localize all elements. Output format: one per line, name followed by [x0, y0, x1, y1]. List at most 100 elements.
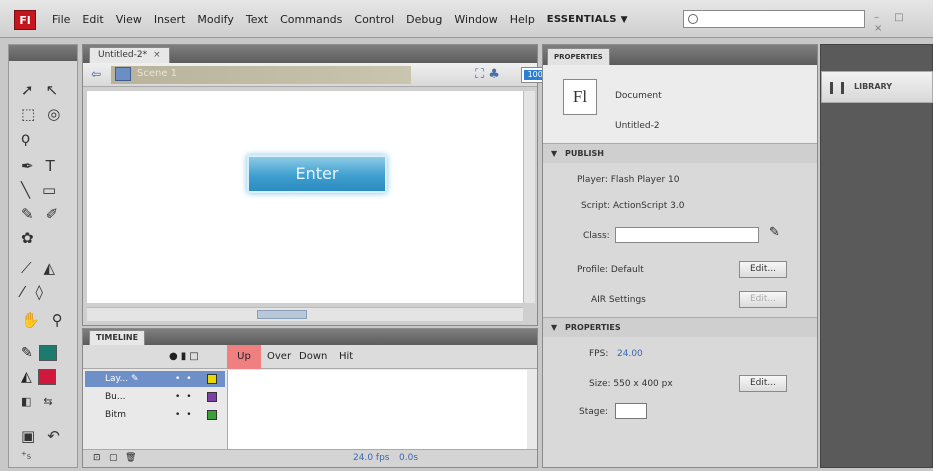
profile-label: Profile: Default [577, 265, 644, 275]
document-tab[interactable]: Untitled-2* × [89, 47, 170, 63]
close-icon[interactable]: × [153, 50, 161, 60]
enter-button-symbol[interactable]: Enter [247, 155, 387, 193]
stage-color-swatch[interactable] [615, 403, 647, 419]
properties-panel: PROPERTIES Fl Document Untitled-2 ▼ PUBLI… [542, 44, 818, 468]
window-controls[interactable]: – □ × [874, 12, 933, 34]
menu-commands[interactable]: Commands [280, 13, 342, 26]
stroke-color-swatch[interactable] [38, 345, 57, 361]
outline-icon[interactable]: □ [189, 351, 201, 362]
menu-file[interactable]: File [52, 13, 70, 26]
class-label: Class: [583, 231, 610, 241]
3d-rotation-tool-icon[interactable]: ◎ [47, 105, 60, 123]
eye-icon[interactable]: ● [169, 351, 181, 362]
selection-tool-icon[interactable]: ➚ [21, 81, 34, 99]
timeline-panel: TIMELINE ●▮□ Up Over Down Hit Lay... ✎ •… [82, 328, 538, 468]
layer-visibility-dots[interactable]: •• [175, 371, 198, 387]
profile-edit-button[interactable]: Edit... [739, 261, 787, 278]
stage-label: Stage: [579, 407, 609, 417]
properties-header-label: PROPERTIES [565, 323, 621, 332]
snap-to-objects-icon[interactable]: ▣ [21, 427, 35, 445]
brush-tool-icon[interactable]: ✐ [46, 205, 59, 223]
menu-view[interactable]: View [116, 13, 142, 26]
layer-visibility-dots[interactable]: •• [175, 389, 198, 405]
timeline-layer-3[interactable]: Bitm •• [85, 407, 225, 423]
size-edit-button[interactable]: Edit... [739, 375, 787, 392]
lasso-tool-icon[interactable]: ϙ [21, 129, 30, 147]
menu-help[interactable]: Help [510, 13, 535, 26]
eyedropper-tool-icon[interactable]: ⁄ [21, 283, 24, 301]
workspace-switcher[interactable]: ESSENTIALS ▼ [547, 14, 628, 25]
pen-tool-icon[interactable]: ✒ [21, 157, 34, 175]
edit-scene-icon[interactable]: ⛶ [475, 67, 484, 82]
frame-label-down[interactable]: Down [299, 351, 327, 362]
frame-label-over[interactable]: Over [267, 351, 291, 362]
timeline-tab[interactable]: TIMELINE [89, 330, 146, 345]
timeline-layer-1[interactable]: Lay... ✎ •• [85, 371, 225, 387]
menu-debug[interactable]: Debug [406, 13, 442, 26]
delete-layer-icon[interactable]: 🗑 [125, 453, 136, 463]
black-white-icon[interactable]: ◧ [21, 395, 31, 408]
menu-text[interactable]: Text [246, 13, 268, 26]
menu-window[interactable]: Window [454, 13, 497, 26]
fill-color-swatch[interactable] [37, 369, 56, 385]
publish-header-label: PUBLISH [565, 149, 604, 158]
vertical-scrollbar[interactable] [523, 91, 535, 303]
timeline-fps[interactable]: 24.0 fps [353, 453, 389, 463]
class-input[interactable] [615, 227, 759, 243]
tools-panel-header[interactable] [9, 45, 77, 61]
layer-color-box[interactable] [207, 410, 217, 420]
layer-color-box[interactable] [207, 374, 217, 384]
timeline-layer-2[interactable]: Bu... •• [85, 389, 225, 405]
line-tool-icon[interactable]: ╲ [21, 181, 30, 199]
deco-tool-icon[interactable]: ✿ [21, 229, 34, 247]
horizontal-scrollbar[interactable] [87, 307, 523, 321]
library-tab[interactable]: LIBRARY [821, 71, 933, 103]
lock-icon[interactable]: ▮ [181, 351, 190, 362]
tools-panel: ➚ ↖ ⬚ ◎ ϙ ✒ T ╲ ▭ ✎ ✐ ✿ ⟋ ◭ ⁄ ◊ ✋ ⚲ ✎ ◭ ◧ ⇆ ▣ ↶ ⁺₅ [8, 44, 78, 468]
new-layer-icon[interactable]: ⊡ [93, 453, 101, 463]
pencil-icon[interactable]: ✎ [769, 225, 780, 240]
properties-tab-strip: PROPERTIES [543, 45, 817, 65]
back-arrow-icon[interactable]: ⇦ [91, 67, 101, 81]
layer-color-box[interactable] [207, 392, 217, 402]
edit-bar: ⇦ Scene 1 ⛶ ♣ 100% [83, 63, 571, 87]
menu-insert[interactable]: Insert [154, 13, 186, 26]
straighten-icon[interactable]: ⁺₅ [21, 449, 31, 462]
timeline-frames-grid[interactable] [227, 370, 527, 450]
menu-edit[interactable]: Edit [82, 13, 103, 26]
library-icon [830, 82, 844, 94]
hand-tool-icon[interactable]: ✋ [21, 311, 40, 329]
timeline-tab-strip: TIMELINE [83, 329, 537, 345]
menu-modify[interactable]: Modify [197, 13, 233, 26]
menu-control[interactable]: Control [354, 13, 394, 26]
pencil-tool-icon[interactable]: ✎ [21, 205, 34, 223]
properties-section-header[interactable]: ▼ PROPERTIES [543, 317, 817, 337]
help-search-input[interactable] [683, 10, 865, 28]
zoom-tool-icon[interactable]: ⚲ [52, 311, 63, 329]
swap-colors-icon[interactable]: ⇆ [43, 395, 52, 408]
paint-bucket-tool-icon[interactable]: ◭ [44, 259, 56, 277]
fps-value[interactable]: 24.00 [617, 349, 643, 359]
breadcrumb-scene[interactable]: Scene 1 [137, 68, 177, 79]
timeline-header: ●▮□ Up Over Down Hit [83, 345, 537, 369]
layer-visibility-dots[interactable]: •• [175, 407, 198, 423]
bone-tool-icon[interactable]: ⟋ [21, 259, 32, 277]
stage[interactable]: Enter [87, 91, 523, 303]
frame-label-up[interactable]: Up [227, 345, 261, 369]
script-label: Script: ActionScript 3.0 [581, 201, 685, 211]
fla-document-icon: Fl [563, 79, 597, 115]
frame-label-hit[interactable]: Hit [339, 351, 353, 362]
properties-tab[interactable]: PROPERTIES [547, 48, 610, 65]
publish-section-header[interactable]: ▼ PUBLISH [543, 143, 817, 163]
rectangle-tool-icon[interactable]: ▭ [42, 181, 56, 199]
size-label: Size: 550 x 400 px [589, 379, 673, 389]
horizontal-scroll-thumb[interactable] [257, 310, 307, 319]
subselection-tool-icon[interactable]: ↖ [46, 81, 59, 99]
eraser-tool-icon[interactable]: ◊ [36, 283, 43, 301]
edit-symbols-icon[interactable]: ♣ [488, 67, 500, 82]
text-tool-icon[interactable]: T [46, 157, 55, 175]
free-transform-tool-icon[interactable]: ⬚ [21, 105, 35, 123]
new-folder-icon[interactable]: ▢ [109, 453, 118, 463]
smooth-icon[interactable]: ↶ [47, 427, 60, 445]
doc-type: Document [615, 91, 662, 101]
